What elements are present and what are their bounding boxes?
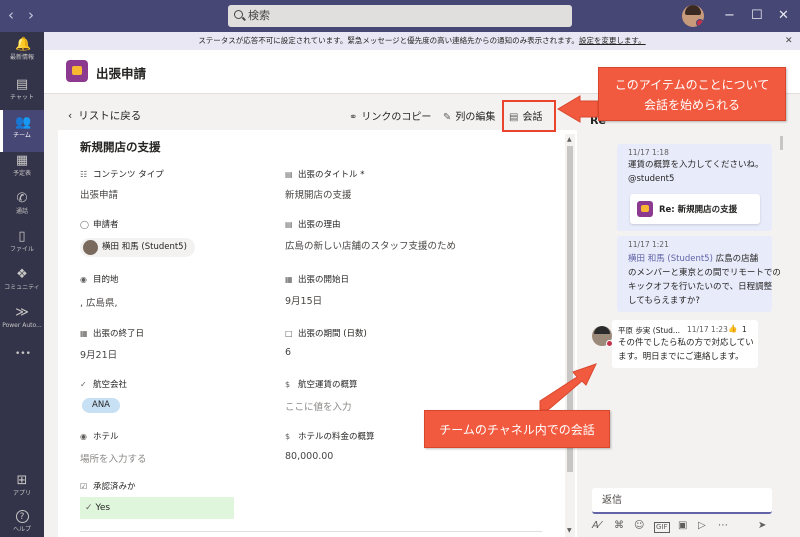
callout-conversation: このアイテムのことについて 会話を始められる [598,67,786,121]
teams-window: ‹ › 検索 − ☐ ✕ 🔔 最新情報 ▤ チャット 👥 チーム ▦ 予定表 ✆ 通話 ▯… [0,0,800,537]
arrow-to-conversation [557,95,599,123]
callout-channel: チームのチャネル内での会話 [424,410,610,448]
arrow-to-reply [539,363,597,411]
callout-line: このアイテムのことについて [614,78,770,92]
callout-line: 会話を始められる [643,98,740,112]
